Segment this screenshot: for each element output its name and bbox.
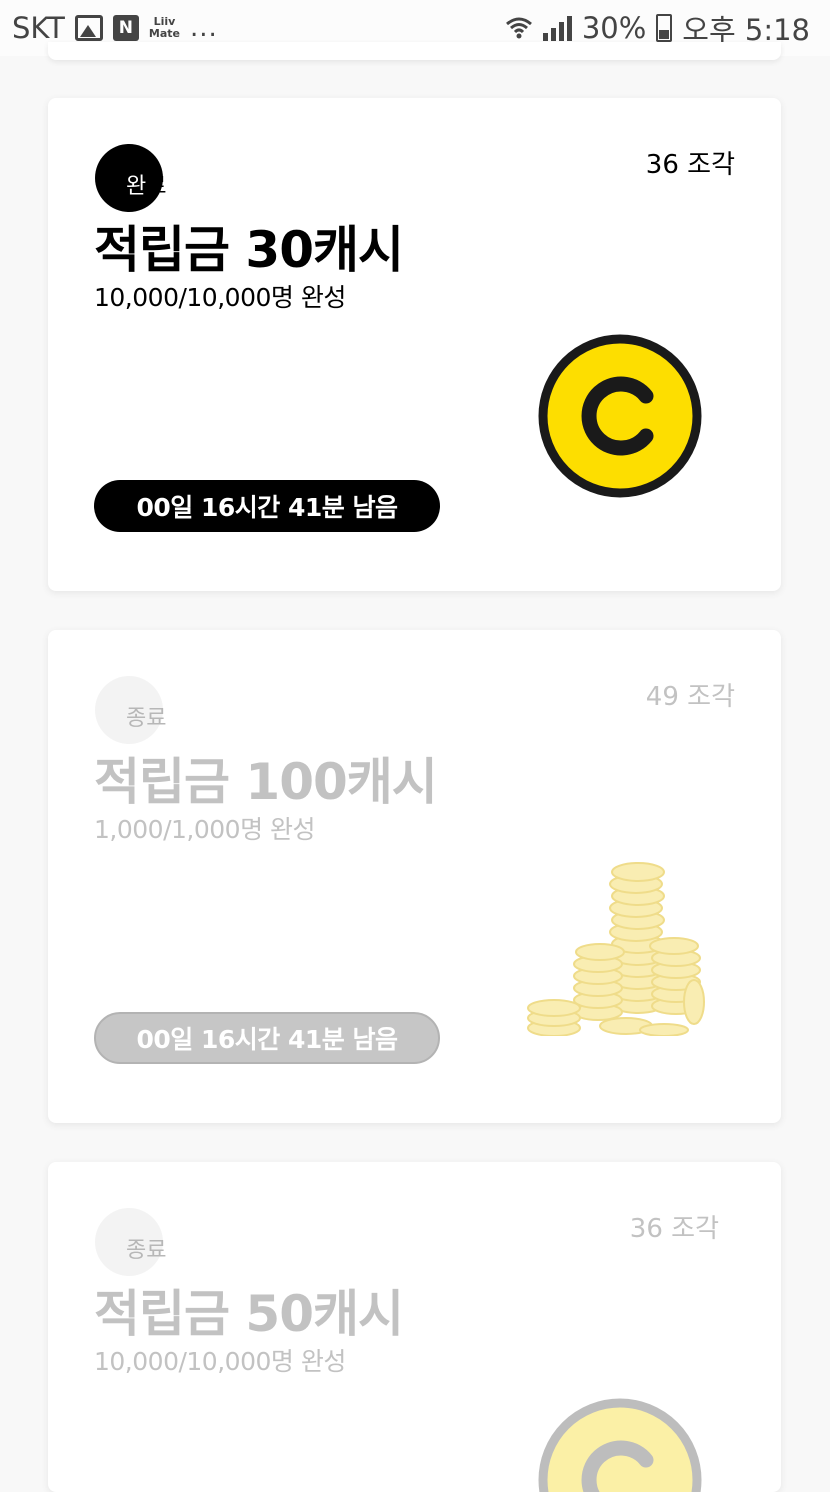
status-badge: 완료 [126, 174, 167, 200]
liiv-mate-icon: Liiv Mate [149, 16, 180, 40]
reward-card[interactable]: 종료 49 조각 적립금 100캐시 1,000/1,000명 완성 00일 1… [48, 630, 781, 1123]
time-remaining-pill: 00일 16시간 41분 남음 [94, 1012, 440, 1064]
piece-count: 49 조각 [645, 682, 735, 712]
piece-count: 36 조각 [645, 150, 735, 180]
gold-coins-stack-image [526, 856, 716, 1037]
participant-progress: 1,000/1,000명 완성 [94, 815, 316, 844]
status-badge-rest: 료 [146, 174, 167, 199]
more-notifications-icon: ... [189, 13, 218, 43]
reward-card[interactable]: 완료 36 조각 적립금 30캐시 10,000/10,000명 완성 00일 … [48, 98, 781, 591]
status-badge: 종료 [126, 706, 167, 732]
status-badge: 종료 [126, 1238, 167, 1264]
cash-coin-icon [538, 1398, 702, 1492]
status-badge-rest: 료 [146, 706, 167, 731]
previous-card-edge[interactable] [48, 42, 781, 60]
participant-progress: 10,000/10,000명 완성 [94, 1347, 346, 1376]
piece-count: 36 조각 [629, 1214, 719, 1244]
battery-icon [656, 14, 673, 42]
status-badge-first-char: 종 [126, 706, 147, 731]
reward-title: 적립금 50캐시 [94, 1285, 404, 1343]
carrier-label: SKT [12, 11, 65, 45]
reward-card[interactable]: 종료 36 조각 적립금 50캐시 10,000/10,000명 완성 [48, 1162, 781, 1492]
status-badge-first-char: 종 [126, 1238, 147, 1263]
naver-icon: N [112, 15, 139, 41]
liiv-line2: Mate [148, 27, 180, 40]
status-badge-first-char: 완 [126, 174, 147, 199]
gallery-icon [74, 15, 103, 41]
signal-icon [542, 15, 572, 41]
reward-title: 적립금 100캐시 [94, 753, 438, 811]
time-remaining-pill: 00일 16시간 41분 남음 [94, 480, 440, 532]
battery-percent: 30% [581, 11, 647, 45]
cash-coin-icon [538, 334, 702, 498]
wifi-icon [505, 17, 532, 39]
status-bar-left: SKT N Liiv Mate ... [12, 11, 218, 45]
status-badge-rest: 료 [146, 1238, 167, 1263]
participant-progress: 10,000/10,000명 완성 [94, 283, 346, 312]
reward-title: 적립금 30캐시 [94, 221, 404, 279]
